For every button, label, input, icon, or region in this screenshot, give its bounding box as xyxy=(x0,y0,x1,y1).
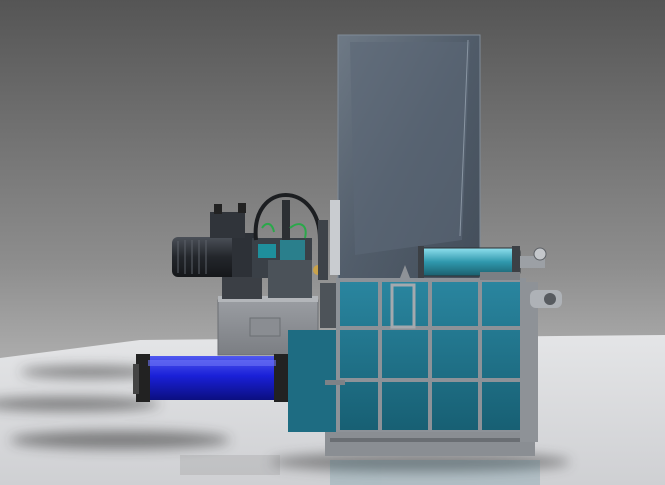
main-press-cylinder xyxy=(133,354,288,402)
baler-render-scene xyxy=(0,0,665,485)
feed-hopper xyxy=(330,34,481,281)
